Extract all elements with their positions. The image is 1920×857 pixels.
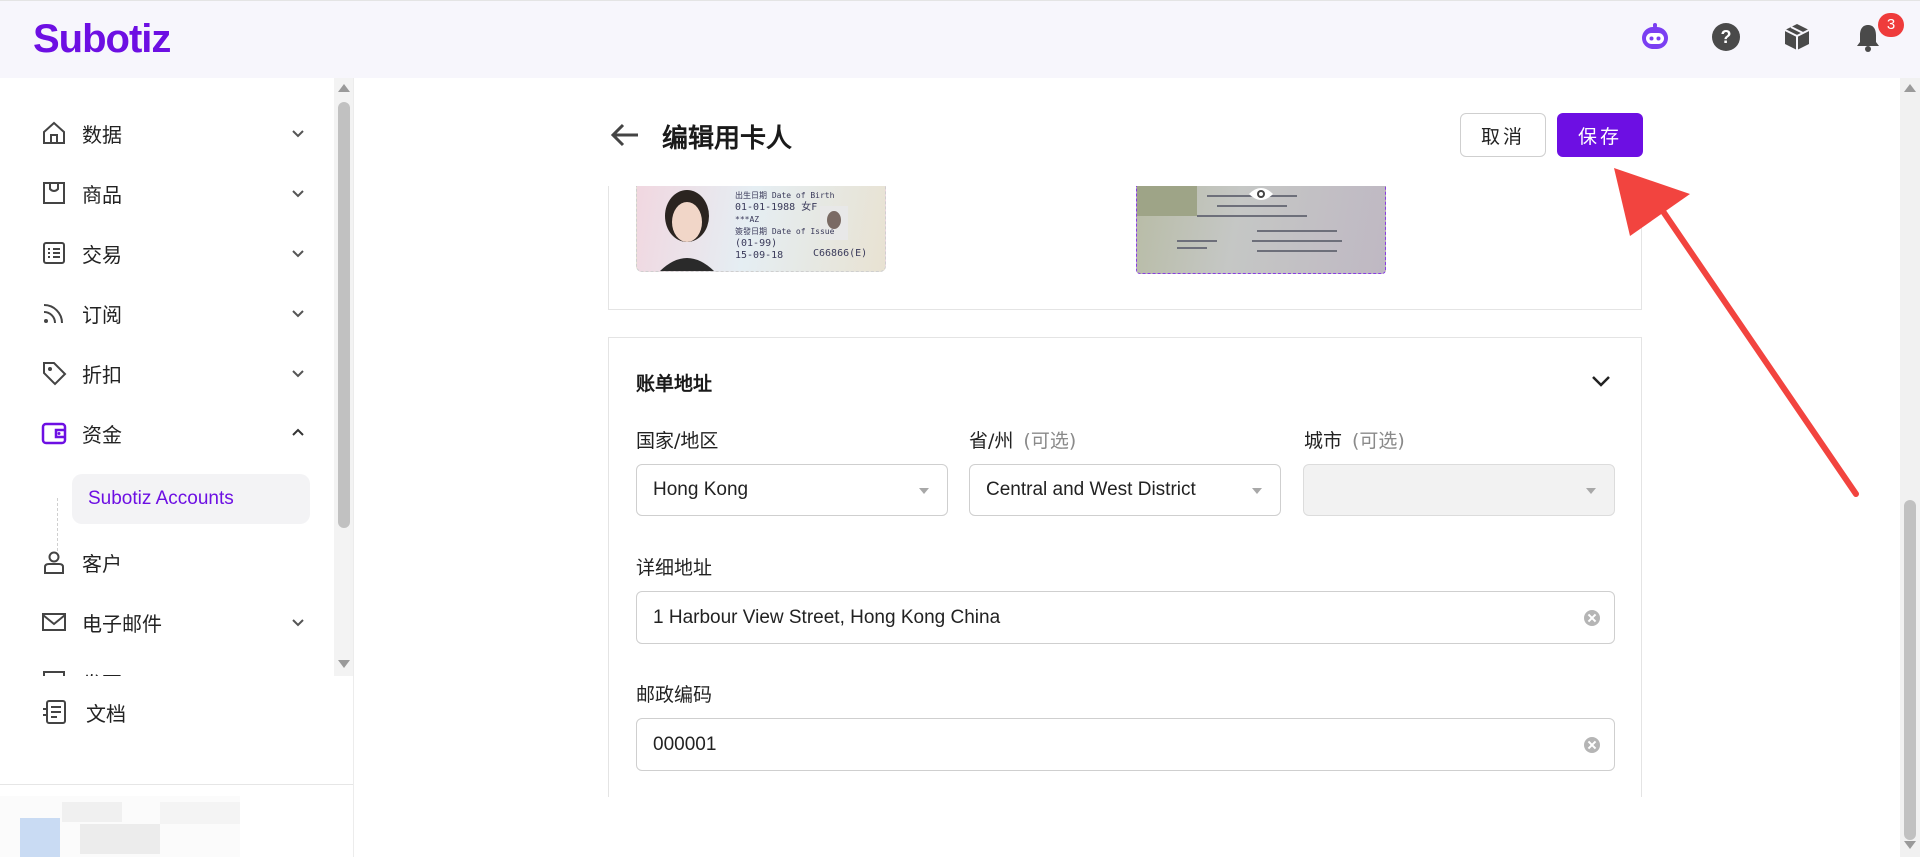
country-label: 国家/地区 <box>636 430 719 452</box>
address-input[interactable]: 1 Harbour View Street, Hong Kong China <box>636 591 1615 644</box>
rss-icon <box>43 304 63 324</box>
package-icon[interactable] <box>1781 21 1813 53</box>
sidebar-item-label: 资金 <box>82 422 122 447</box>
country-select[interactable]: Hong Kong <box>636 464 948 516</box>
sidebar-item-label: 折扣 <box>82 362 122 387</box>
cancel-button[interactable]: 取消 <box>1460 113 1546 157</box>
sidebar-item-transactions[interactable]: 交易 <box>40 231 310 275</box>
province-label: 省/州 (可选) <box>969 430 1077 452</box>
chevron-down-icon[interactable] <box>1590 372 1612 390</box>
sidebar-item-label: 交易 <box>82 242 122 267</box>
store-icon <box>43 182 65 204</box>
sidebar-item-products[interactable]: 商品 <box>40 171 310 215</box>
id-card-number: C66866(E) <box>813 248 868 259</box>
sidebar-item-label: 文档 <box>86 701 126 726</box>
mail-icon <box>42 613 66 631</box>
chevron-down-icon <box>290 674 306 676</box>
sidebar-nav: 数据 商品 交易 订阅 折扣 资金 Subotiz Accounts 客户 电子… <box>0 78 334 676</box>
province-select-value: Central and West District <box>986 479 1196 500</box>
invoice-icon <box>43 671 65 676</box>
postal-code-input-value: 000001 <box>653 733 717 755</box>
sidebar-item-label: 发票 <box>82 668 290 677</box>
help-icon[interactable]: ? <box>1710 21 1742 53</box>
page-title: 编辑用卡人 <box>662 124 793 154</box>
sidebar-item-funds[interactable]: 资金 <box>40 411 310 455</box>
sidebar-item-customers[interactable]: 客户 <box>40 540 310 584</box>
eye-icon[interactable] <box>1248 184 1274 204</box>
wallet-icon <box>41 422 67 445</box>
scroll-up-icon[interactable] <box>1904 84 1916 92</box>
caret-down-icon <box>1252 488 1262 494</box>
scrollbar-thumb[interactable] <box>1904 500 1916 840</box>
sidebar-item-label: 订阅 <box>82 302 122 327</box>
scroll-down-icon[interactable] <box>1904 841 1916 849</box>
id-card-front-image[interactable]: 出生日期 Date of Birth 01-01-1988 女F ***AZ 簽… <box>636 186 886 272</box>
top-bar: Subotiz ? 3 <box>0 0 1920 78</box>
chevron-down-icon <box>292 190 304 198</box>
sidebar-divider <box>0 784 353 785</box>
sidebar-item-label: 商品 <box>82 182 122 207</box>
logo[interactable]: Subotiz <box>33 17 171 62</box>
chevron-down-icon <box>292 130 304 138</box>
chevron-up-icon <box>292 428 304 436</box>
postal-code-label: 邮政编码 <box>636 684 713 706</box>
document-icon <box>43 700 66 724</box>
sidebar-item-discounts[interactable]: 折扣 <box>40 351 310 395</box>
main-scrollbar[interactable] <box>1900 78 1920 857</box>
sidebar-item-email[interactable]: 电子邮件 <box>40 600 310 644</box>
caret-down-icon <box>1586 488 1596 494</box>
city-select[interactable] <box>1303 464 1615 516</box>
home-icon <box>43 121 65 144</box>
sidebar-subitem-subotiz-accounts[interactable]: Subotiz Accounts <box>72 474 310 524</box>
tag-icon <box>43 362 67 386</box>
scrollbar-thumb[interactable] <box>338 102 350 528</box>
sidebar-item-invoices[interactable]: 发票 <box>40 660 310 676</box>
sidebar: 数据 商品 交易 订阅 折扣 资金 Subotiz Accounts 客户 电子… <box>0 78 354 857</box>
city-label: 城市 (可选) <box>1304 430 1405 452</box>
notification-badge: 3 <box>1878 13 1904 37</box>
country-select-value: Hong Kong <box>653 479 749 500</box>
user-account-avatar[interactable] <box>0 796 240 857</box>
scroll-up-icon[interactable] <box>338 84 350 92</box>
sidebar-item-label: 数据 <box>82 122 122 147</box>
save-button[interactable]: 保存 <box>1557 113 1643 157</box>
bot-icon[interactable] <box>1639 21 1671 53</box>
sidebar-item-label: 客户 <box>82 551 122 576</box>
chevron-down-icon <box>292 310 304 318</box>
address-input-value: 1 Harbour View Street, Hong Kong China <box>653 606 1001 628</box>
sidebar-scrollbar[interactable] <box>334 78 353 676</box>
postal-code-input[interactable]: 000001 <box>636 718 1615 771</box>
caret-down-icon <box>919 488 929 494</box>
list-icon <box>43 242 65 264</box>
clear-icon[interactable] <box>1584 737 1600 753</box>
sidebar-item-data[interactable]: 数据 <box>40 111 310 155</box>
sidebar-item-docs[interactable]: 文档 <box>40 690 310 734</box>
chevron-down-icon <box>292 370 304 378</box>
clear-icon[interactable] <box>1584 610 1600 626</box>
back-arrow-icon[interactable] <box>608 120 642 150</box>
sidebar-item-subscriptions[interactable]: 订阅 <box>40 291 310 335</box>
sidebar-item-label: 电子邮件 <box>82 611 162 636</box>
svg-text:?: ? <box>1721 27 1732 47</box>
province-select[interactable]: Central and West District <box>969 464 1281 516</box>
chevron-down-icon <box>292 619 304 627</box>
scroll-down-icon[interactable] <box>338 660 350 668</box>
address-label: 详细地址 <box>636 557 713 579</box>
section-title: 账单地址 <box>636 373 713 395</box>
chevron-down-icon <box>292 250 304 258</box>
user-icon <box>44 551 64 574</box>
